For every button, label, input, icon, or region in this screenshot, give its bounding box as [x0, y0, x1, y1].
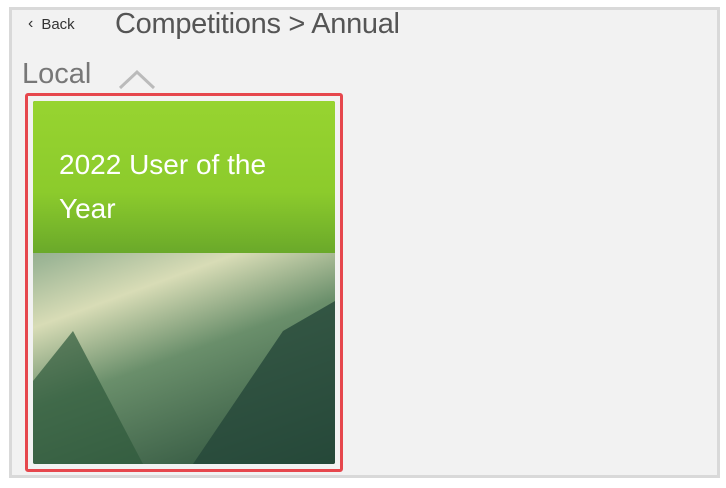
section-label: Local — [22, 58, 92, 90]
selected-card-outline: 2022 User of the Year — [25, 93, 343, 472]
competition-card[interactable]: 2022 User of the Year — [33, 101, 335, 464]
back-label: Back — [41, 15, 75, 33]
card-title: 2022 User of the Year — [59, 149, 267, 224]
chevron-up-icon[interactable] — [117, 68, 157, 90]
chevron-left-icon: ‹ — [28, 15, 34, 32]
back-button[interactable]: ‹ Back — [28, 15, 75, 33]
page-title: Competitions > Annual — [115, 8, 400, 40]
competitions-panel: ‹ Back Competitions > Annual Local 2022 … — [9, 7, 720, 478]
